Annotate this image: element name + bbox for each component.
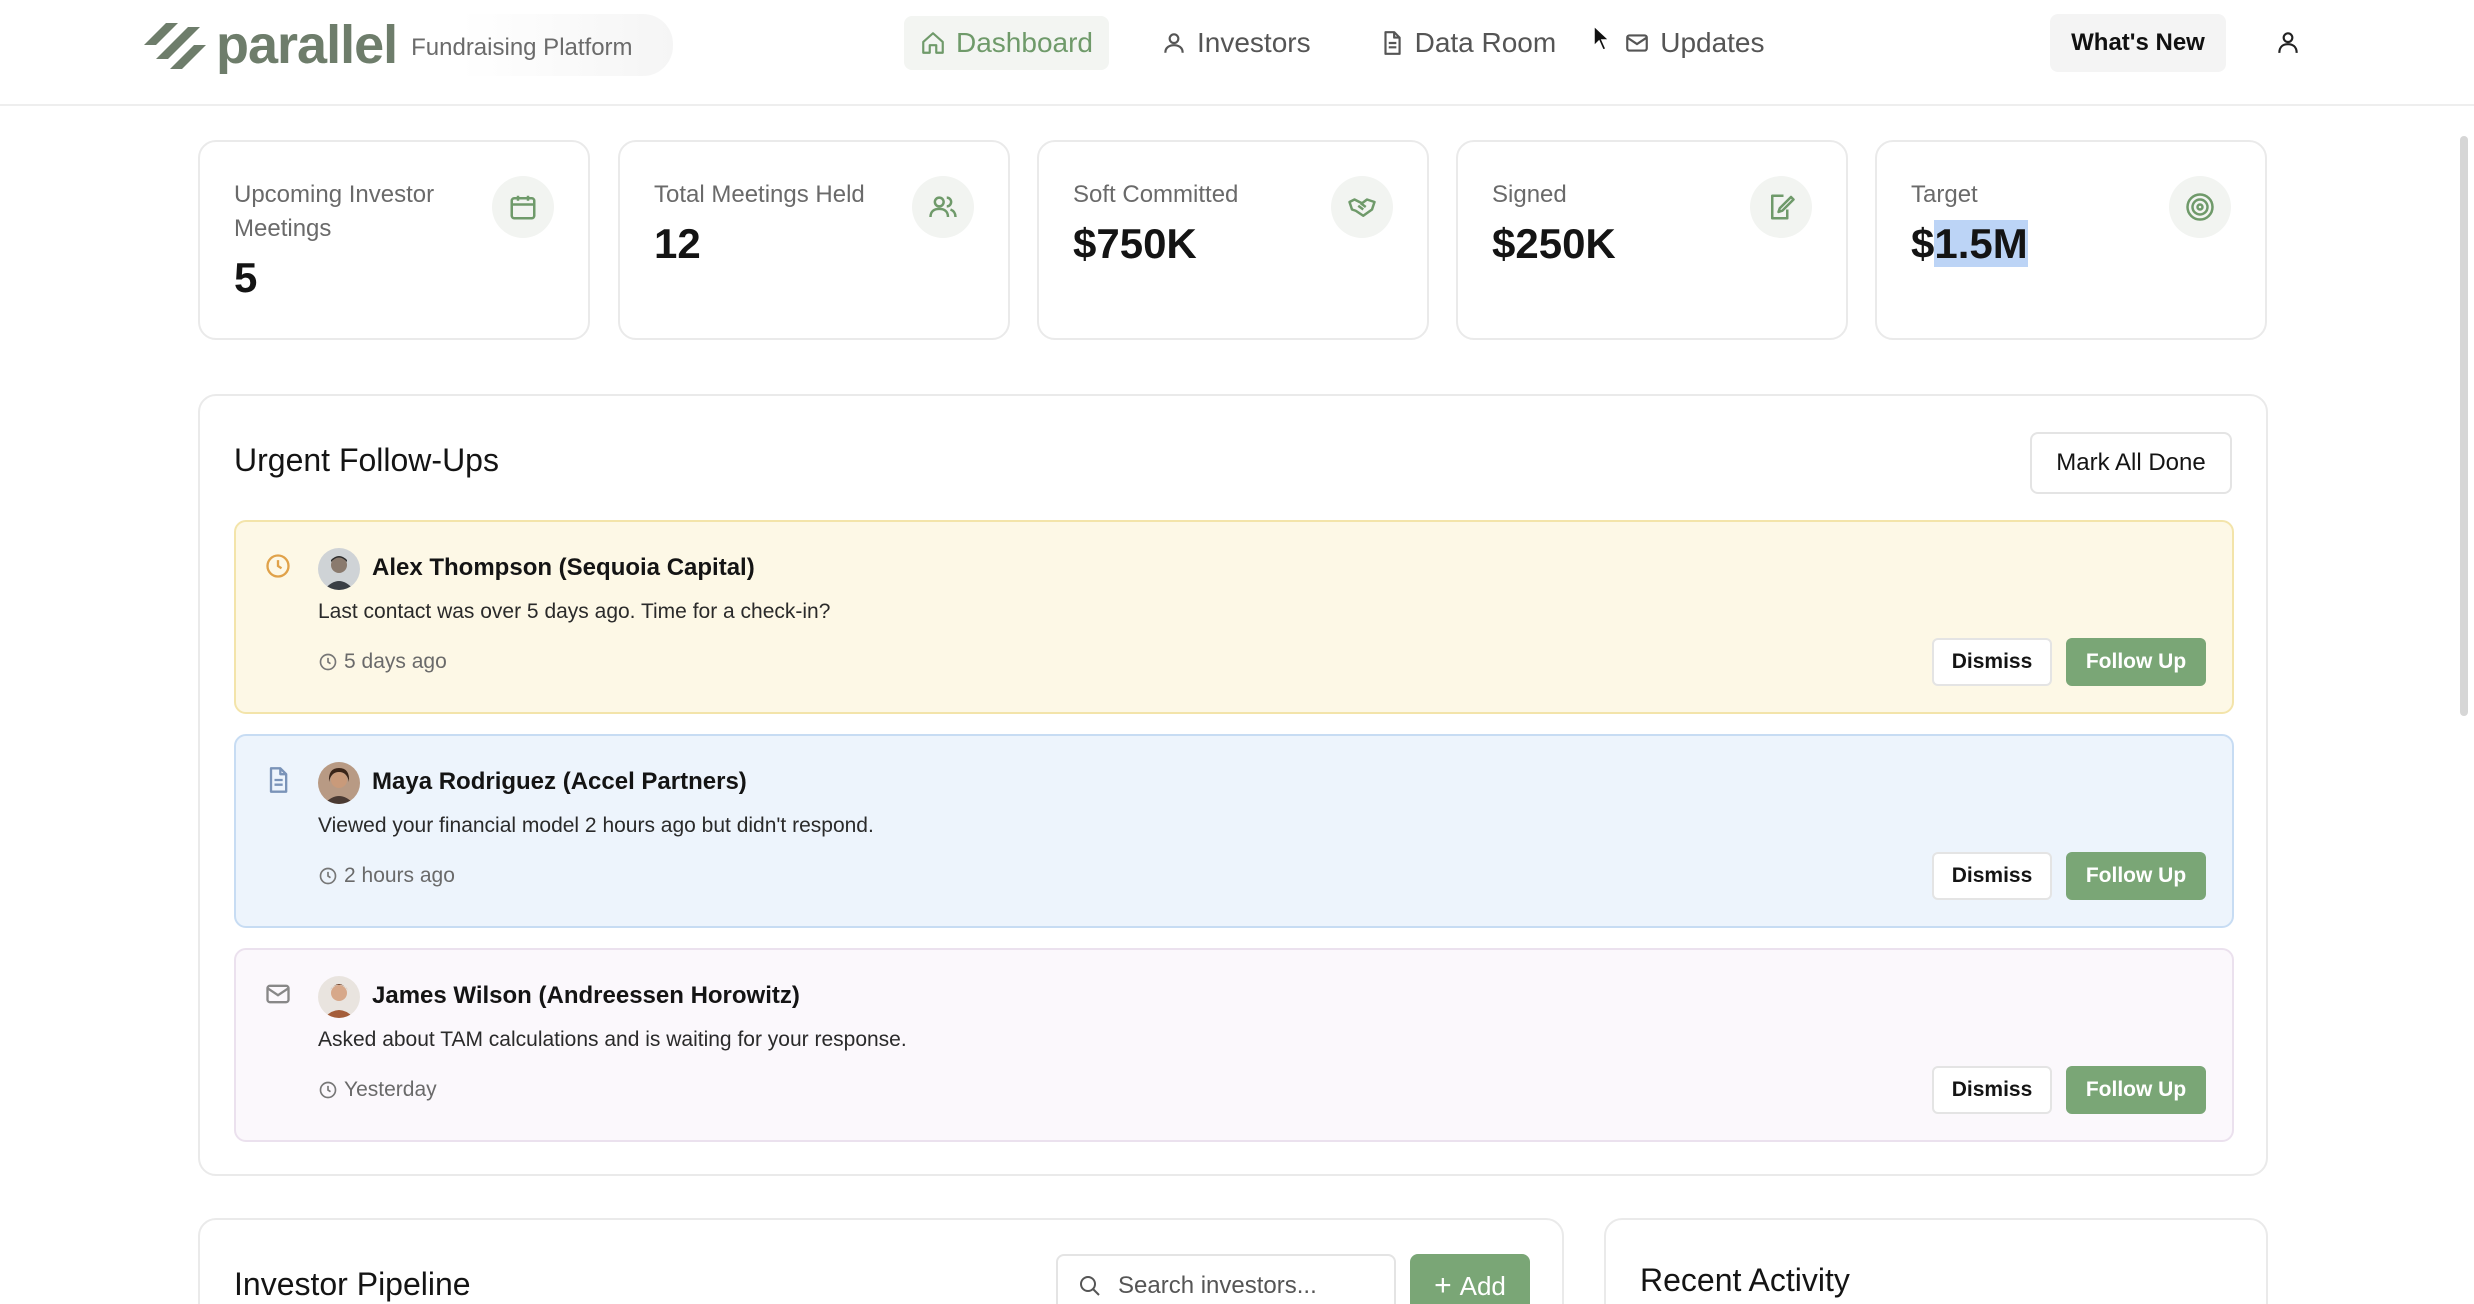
top-header: parallel Fundraising Platform Dashboard …	[0, 0, 2474, 106]
user-menu-button[interactable]	[2270, 24, 2306, 60]
stat-label: Target	[1911, 181, 1978, 208]
stat-label: Upcoming Investor Meetings	[234, 181, 435, 242]
stat-card-target: Target $1.5M	[1875, 140, 2267, 340]
user-icon	[2278, 32, 2298, 53]
page-scrollbar[interactable]	[2460, 136, 2468, 716]
followup-time-text: 5 days ago	[344, 650, 447, 673]
stat-icon-wrap	[2169, 176, 2231, 238]
nav-data-room-label: Data Room	[1414, 27, 1557, 58]
target-icon	[2186, 193, 2214, 221]
stat-icon-wrap	[912, 176, 974, 238]
stat-label: Soft Committed	[1073, 181, 1239, 208]
mouse-cursor-icon	[1593, 24, 1611, 51]
search-icon	[1080, 1276, 1100, 1296]
investor-name[interactable]: James Wilson (Andreessen Horowitz)	[372, 982, 800, 1010]
stat-icon-wrap	[1331, 176, 1393, 238]
panel-title: Investor Pipeline	[234, 1266, 471, 1302]
followup-item: Maya Rodriguez (Accel Partners) Viewed y…	[234, 734, 2234, 928]
whats-new-button[interactable]: What's New	[2050, 14, 2226, 72]
logo-subtitle: Fundraising Platform	[411, 34, 633, 61]
avatar-james-icon	[318, 976, 360, 1018]
avatar-alex-icon	[318, 548, 360, 590]
stat-value-selected: 1.5M	[1934, 220, 2028, 267]
followup-message: Last contact was over 5 days ago. Time f…	[318, 600, 831, 623]
followup-time: 2 hours ago	[318, 864, 455, 888]
stat-value: $250K	[1492, 220, 1616, 267]
urgent-followups-panel: Urgent Follow-Ups Mark All Done Alex Tho…	[198, 394, 2268, 1176]
user-icon	[1164, 33, 1184, 53]
stat-value: $1.5M	[1911, 220, 2028, 268]
nav-updates[interactable]: Updates	[1608, 16, 1780, 70]
plus-icon: +	[1434, 1269, 1452, 1302]
stat-label: Total Meetings Held	[654, 181, 865, 208]
recent-activity-panel: Recent Activity	[1604, 1218, 2268, 1304]
follow-up-button[interactable]: Follow Up	[2066, 638, 2206, 686]
followup-message: Viewed your financial model 2 hours ago …	[318, 814, 874, 837]
add-investor-button[interactable]: + Add	[1410, 1254, 1530, 1304]
stat-icon-wrap	[1750, 176, 1812, 238]
stat-value: $750K	[1073, 220, 1197, 267]
stat-value: 12	[654, 220, 701, 267]
search-input[interactable]: Search investors...	[1056, 1254, 1396, 1304]
avatar-maya-icon	[318, 762, 360, 804]
stat-value: 5	[234, 254, 258, 301]
stat-label: Signed	[1492, 181, 1567, 208]
panel-title: Recent Activity	[1640, 1262, 1850, 1298]
nav-dashboard-label: Dashboard	[956, 27, 1093, 58]
mark-all-done-button[interactable]: Mark All Done	[2030, 432, 2232, 494]
followup-time-text: 2 hours ago	[344, 864, 455, 887]
panel-title: Urgent Follow-Ups	[234, 442, 499, 478]
logo-mark-icon	[144, 23, 206, 69]
add-label: Add	[1459, 1270, 1506, 1301]
signature-icon	[1771, 194, 1795, 220]
clock-icon	[266, 554, 290, 578]
nav-data-room[interactable]: Data Room	[1363, 16, 1573, 70]
dismiss-button[interactable]: Dismiss	[1932, 638, 2052, 686]
follow-up-button[interactable]: Follow Up	[2066, 1066, 2206, 1114]
document-icon	[1384, 31, 1401, 55]
mail-icon	[266, 984, 290, 1004]
document-icon	[269, 767, 288, 793]
avatar	[318, 548, 360, 590]
dismiss-button[interactable]: Dismiss	[1932, 852, 2052, 900]
followup-time: 5 days ago	[318, 650, 447, 674]
investor-pipeline-panel: Investor Pipeline Search investors... + …	[198, 1218, 1564, 1304]
nav-dashboard[interactable]: Dashboard	[904, 16, 1109, 70]
stat-value-prefix: $	[1911, 220, 1935, 267]
stat-icon-wrap	[492, 176, 554, 238]
stat-card-signed: Signed $250K	[1456, 140, 1848, 340]
stat-card-soft-committed: Soft Committed $750K	[1037, 140, 1429, 340]
clock-icon	[319, 653, 337, 671]
stat-card-upcoming-meetings: Upcoming Investor Meetings 5	[198, 140, 590, 340]
stat-card-meetings-held: Total Meetings Held 12	[618, 140, 1010, 340]
followup-time-text: Yesterday	[344, 1078, 437, 1101]
logo[interactable]: parallel Fundraising Platform	[142, 14, 673, 76]
nav-investors-label: Investors	[1196, 27, 1311, 58]
follow-up-button[interactable]: Follow Up	[2066, 852, 2206, 900]
nav-updates-label: Updates	[1660, 27, 1765, 58]
investor-name[interactable]: Maya Rodriguez (Accel Partners)	[372, 768, 747, 796]
main-nav: Dashboard Investors Data Room Updates	[904, 16, 1817, 70]
clock-icon	[319, 867, 337, 885]
search-placeholder: Search investors...	[1118, 1272, 1317, 1299]
investor-name[interactable]: Alex Thompson (Sequoia Capital)	[372, 554, 755, 582]
handshake-icon	[1348, 198, 1376, 217]
mail-icon	[1626, 34, 1649, 52]
followup-message: Asked about TAM calculations and is wait…	[318, 1028, 907, 1051]
dismiss-button[interactable]: Dismiss	[1932, 1066, 2052, 1114]
avatar	[318, 976, 360, 1018]
calendar-icon	[510, 195, 536, 220]
followup-item: James Wilson (Andreessen Horowitz) Asked…	[234, 948, 2234, 1142]
logo-wordmark: parallel	[216, 15, 398, 75]
followup-item: Alex Thompson (Sequoia Capital) Last con…	[234, 520, 2234, 714]
clock-icon	[319, 1081, 337, 1099]
nav-investors[interactable]: Investors	[1145, 16, 1327, 70]
users-icon	[929, 196, 957, 218]
followup-time: Yesterday	[318, 1078, 437, 1102]
avatar	[318, 762, 360, 804]
home-icon	[922, 32, 944, 54]
